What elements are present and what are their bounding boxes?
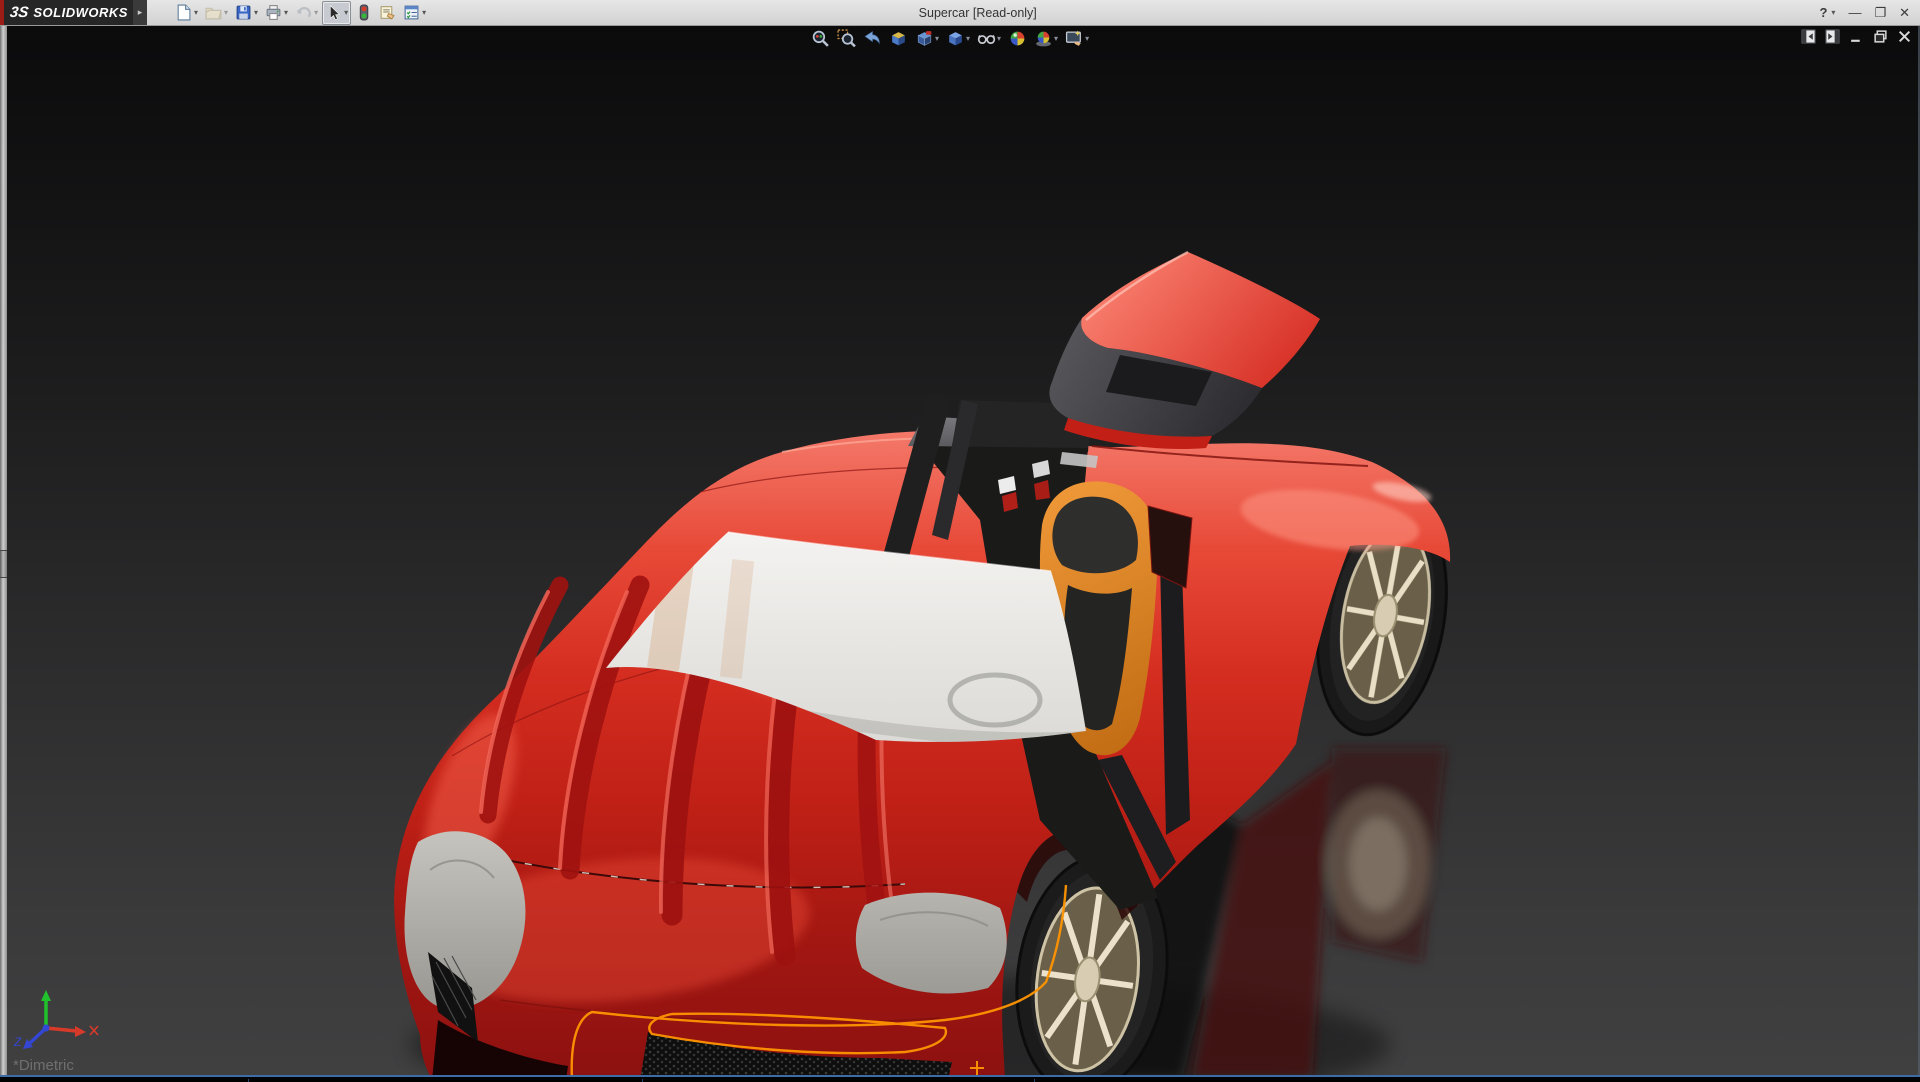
window-title: Supercar [Read-only] [919, 0, 1037, 25]
headsup-view-toolbar: ▾ ▾ ▾ [810, 28, 1090, 49]
display-style-dropdown-arrow[interactable]: ▾ [966, 34, 970, 43]
standard-toolbar: ▾ ▾ ▾ [172, 0, 429, 25]
print-icon [265, 4, 282, 21]
hide-show-items-dropdown-arrow[interactable]: ▾ [997, 34, 1001, 43]
save-button[interactable]: ▾ [232, 1, 261, 25]
select-dropdown-arrow[interactable]: ▾ [344, 8, 348, 17]
window-minimize-button[interactable]: — [1848, 5, 1861, 20]
save-floppy-icon [235, 4, 252, 21]
options-dropdown-arrow[interactable]: ▾ [422, 8, 426, 17]
taskbar-edge[interactable] [0, 1075, 1920, 1080]
new-document-icon [175, 4, 192, 21]
display-style-button[interactable]: ▾ [945, 28, 971, 49]
hide-show-items-button[interactable]: ▾ [976, 28, 1002, 49]
file-properties-icon [379, 4, 396, 21]
new-button[interactable]: ▾ [172, 1, 201, 25]
view-orientation-button[interactable]: ▾ [914, 28, 940, 49]
menu-expand-button[interactable]: ▸ [133, 0, 147, 25]
undo-icon [295, 4, 312, 21]
previous-view-icon [863, 29, 882, 48]
display-style-icon [946, 29, 965, 48]
edit-appearance-icon [1008, 29, 1027, 48]
select-cursor-icon [325, 4, 342, 21]
print-dropdown-arrow[interactable]: ▾ [284, 8, 288, 17]
options-button[interactable]: ▾ [400, 1, 429, 25]
view-orientation-dropdown-arrow[interactable]: ▾ [935, 34, 939, 43]
pane-expand-left-icon[interactable] [1801, 29, 1816, 44]
open-folder-icon [205, 4, 222, 21]
undo-dropdown-arrow[interactable]: ▾ [314, 8, 318, 17]
apply-scene-icon [1034, 29, 1053, 48]
zoom-to-fit-icon [811, 29, 830, 48]
zoom-to-fit-button[interactable] [810, 28, 831, 49]
apply-scene-button[interactable]: ▾ [1033, 28, 1059, 49]
view-settings-button[interactable]: ▾ [1064, 28, 1090, 49]
logo-red-strip [0, 0, 4, 25]
viewport-3d-scene[interactable]: Z [0, 25, 1920, 1075]
undo-button[interactable]: ▾ [292, 1, 321, 25]
document-window-controls [1801, 29, 1912, 44]
view-settings-icon [1065, 29, 1084, 48]
window-close-button[interactable]: ✕ [1899, 5, 1910, 21]
view-orientation-label: *Dimetric [13, 1057, 74, 1074]
title-bar: 3S SOLIDWORKS ▸ ▾ ▾ [0, 0, 1920, 26]
window-restore-button[interactable]: ❐ [1874, 5, 1886, 21]
options-icon [403, 4, 420, 21]
select-button[interactable]: ▾ [322, 1, 351, 25]
feature-tree-splitter[interactable] [0, 25, 7, 1075]
brand-name: SOLIDWORKS [33, 5, 128, 20]
view-orientation-icon [915, 29, 934, 48]
graphics-viewport[interactable]: Z [0, 25, 1920, 1075]
help-button[interactable]: ? [1819, 5, 1827, 20]
solidworks-logo: 3S SOLIDWORKS [0, 0, 133, 25]
splitter-handle[interactable] [0, 550, 7, 578]
previous-view-button[interactable] [862, 28, 883, 49]
hide-show-items-icon [977, 29, 996, 48]
zoom-to-area-icon [837, 29, 856, 48]
edit-appearance-button[interactable] [1007, 28, 1028, 49]
rebuild-traffic-light-icon [355, 4, 372, 21]
pane-expand-right-icon[interactable] [1825, 29, 1840, 44]
apply-scene-dropdown-arrow[interactable]: ▾ [1054, 34, 1058, 43]
rebuild-button[interactable] [352, 1, 375, 25]
window-controls: ? ▾ — ❐ ✕ [1819, 0, 1910, 25]
open-button[interactable]: ▾ [202, 1, 231, 25]
section-view-icon [889, 29, 908, 48]
view-settings-dropdown-arrow[interactable]: ▾ [1085, 34, 1089, 43]
zoom-to-area-button[interactable] [836, 28, 857, 49]
document-close-icon[interactable] [1897, 29, 1912, 44]
z-axis-label: Z [13, 1035, 22, 1049]
open-dropdown-arrow[interactable]: ▾ [224, 8, 228, 17]
section-view-button[interactable] [888, 28, 909, 49]
new-dropdown-arrow[interactable]: ▾ [194, 8, 198, 17]
help-dropdown-arrow[interactable]: ▾ [1831, 8, 1835, 17]
solidworks-window: 3S SOLIDWORKS ▸ ▾ ▾ [0, 0, 1920, 1080]
print-button[interactable]: ▾ [262, 1, 291, 25]
save-dropdown-arrow[interactable]: ▾ [254, 8, 258, 17]
dassault-3s-logo-icon: 3S [9, 4, 30, 21]
file-properties-button[interactable] [376, 1, 399, 25]
document-restore-icon[interactable] [1873, 29, 1888, 44]
document-minimize-icon[interactable] [1849, 29, 1864, 44]
